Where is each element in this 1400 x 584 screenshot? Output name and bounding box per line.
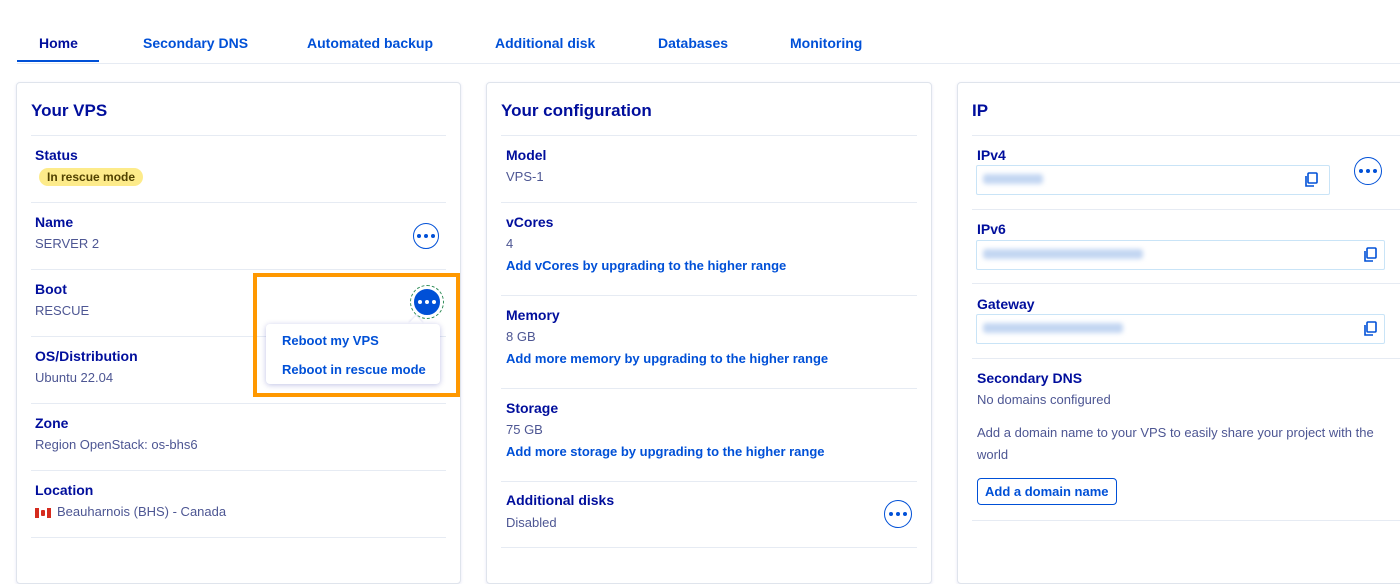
your-configuration-card: Your configuration Model VPS-1 vCores 4 … (486, 82, 932, 584)
zone-label: Zone (35, 415, 69, 431)
active-tab-indicator (17, 60, 99, 62)
upgrade-storage-link[interactable]: Add more storage by upgrading to the hig… (506, 444, 825, 459)
card-title: Your configuration (501, 101, 652, 120)
location-value: Beauharnois (BHS) - Canada (57, 504, 227, 519)
name-actions-button[interactable] (413, 223, 439, 249)
divider (501, 547, 917, 548)
secondary-dns-label: Secondary DNS (977, 370, 1083, 386)
gateway-field[interactable] (976, 314, 1385, 344)
zone-value: Region OpenStack: os-bhs6 (35, 437, 198, 452)
gateway-redacted (983, 323, 1123, 333)
ipv6-field[interactable] (976, 240, 1385, 270)
vcores-value: 4 (506, 236, 514, 251)
ipv6-redacted (983, 249, 1143, 259)
additional-disks-value: Disabled (506, 515, 557, 530)
more-icon (417, 234, 435, 238)
location-label: Location (35, 482, 94, 498)
divider (31, 202, 446, 203)
copy-icon[interactable] (1362, 321, 1378, 337)
add-domain-button[interactable]: Add a domain name (977, 478, 1117, 505)
divider (972, 135, 1400, 136)
upgrade-vcores-link[interactable]: Add vCores by upgrading to the higher ra… (506, 258, 786, 273)
divider (501, 388, 917, 389)
divider (501, 295, 917, 296)
secondary-dns-value: No domains configured (977, 392, 1111, 407)
card-title: Your VPS (31, 101, 108, 120)
highlight-box (253, 273, 460, 397)
status-label: Status (35, 147, 78, 163)
upgrade-memory-link[interactable]: Add more memory by upgrading to the high… (506, 351, 828, 366)
additional-disks-actions-button[interactable] (884, 500, 912, 528)
model-value: VPS-1 (506, 169, 544, 184)
ipv4-label: IPv4 (977, 147, 1006, 163)
divider (501, 202, 917, 203)
divider (501, 481, 917, 482)
model-label: Model (506, 147, 547, 163)
ipv4-actions-button[interactable] (1354, 157, 1382, 185)
storage-label: Storage (506, 400, 559, 416)
ipv4-field[interactable] (976, 165, 1330, 195)
divider (972, 209, 1400, 210)
divider (972, 283, 1400, 284)
divider (31, 403, 446, 404)
name-value: SERVER 2 (35, 236, 100, 251)
divider (31, 470, 446, 471)
secondary-dns-help: Add a domain name to your VPS to easily … (977, 425, 1374, 462)
vcores-label: vCores (506, 214, 554, 230)
tab-additional-disk[interactable]: Additional disk (495, 35, 595, 51)
tab-monitoring[interactable]: Monitoring (790, 35, 862, 51)
copy-icon[interactable] (1362, 247, 1378, 263)
memory-value: 8 GB (506, 329, 536, 344)
gateway-label: Gateway (977, 296, 1035, 312)
boot-value: RESCUE (35, 303, 90, 318)
tab-home[interactable]: Home (39, 35, 78, 51)
tab-secondary-dns[interactable]: Secondary DNS (143, 35, 248, 51)
os-label: OS/Distribution (35, 348, 138, 364)
divider (972, 520, 1400, 521)
divider (972, 358, 1400, 359)
more-icon (1359, 169, 1377, 173)
tab-bar: Home Secondary DNS Automated backup Addi… (17, 22, 1400, 64)
storage-value: 75 GB (506, 422, 543, 437)
divider (501, 135, 917, 136)
os-value: Ubuntu 22.04 (35, 370, 114, 385)
boot-label: Boot (35, 281, 67, 297)
divider (31, 135, 446, 136)
ipv4-redacted (983, 174, 1043, 184)
divider (31, 537, 446, 538)
canada-flag-icon (35, 508, 51, 518)
more-icon (889, 512, 907, 516)
status-badge: In rescue mode (39, 168, 144, 186)
ip-card: IP IPv4 IPv6 Gateway Secondary DNS No do… (957, 82, 1400, 584)
ipv6-label: IPv6 (977, 221, 1006, 237)
copy-icon[interactable] (1303, 172, 1319, 188)
card-title: IP (972, 101, 989, 120)
memory-label: Memory (506, 307, 560, 323)
name-label: Name (35, 214, 74, 230)
additional-disks-label: Additional disks (506, 492, 615, 508)
tab-automated-backup[interactable]: Automated backup (307, 35, 433, 51)
tab-databases[interactable]: Databases (658, 35, 728, 51)
divider (31, 269, 446, 270)
